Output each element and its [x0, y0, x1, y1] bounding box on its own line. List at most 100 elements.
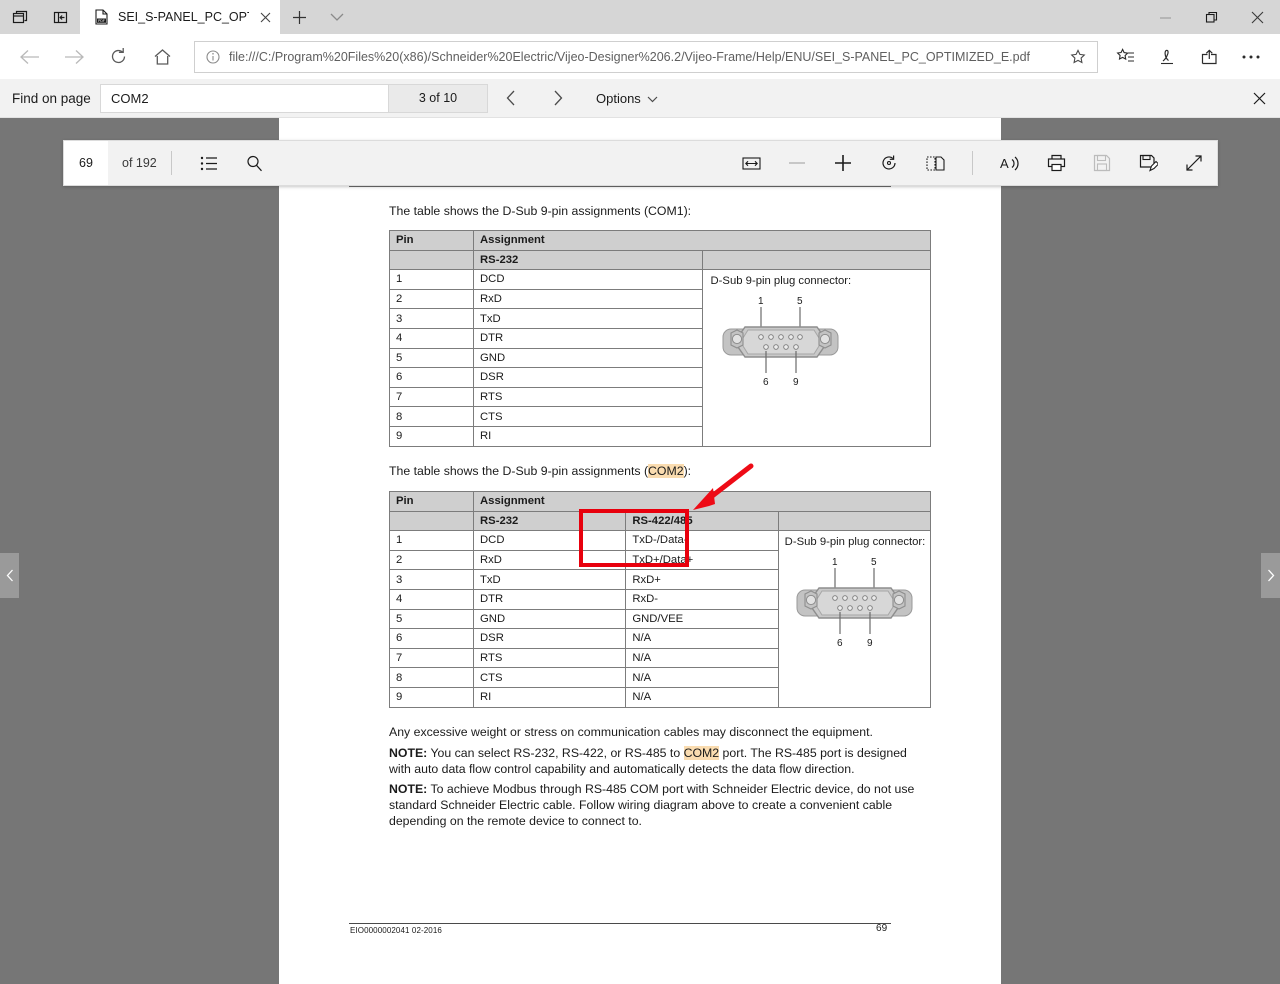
print-icon[interactable]	[1033, 141, 1079, 185]
page-layout-icon[interactable]	[912, 141, 958, 185]
zoom-in-icon[interactable]	[820, 141, 866, 185]
com2-intro-text: The table shows the D-Sub 9-pin assignme…	[389, 463, 929, 479]
toolbar-divider	[972, 151, 973, 175]
com1-intro-pre: The table shows the D-Sub 9-pin assignme…	[389, 204, 649, 218]
footer-doc-id: EIO0000002041 02-2016	[350, 926, 442, 935]
find-close-button[interactable]	[1253, 79, 1266, 118]
back-arrow-icon[interactable]	[8, 37, 52, 77]
find-on-page-bar: Find on page COM2 3 of 10 Options	[0, 79, 1280, 118]
tab-title: SEI_S-PANEL_PC_OPTIM	[118, 10, 249, 24]
cell-rs422485: GND/VEE	[625, 608, 779, 630]
com2-intro-pre: The table shows the D-Sub 9-pin assignme…	[389, 464, 649, 478]
close-icon[interactable]	[257, 7, 274, 27]
save-as-icon[interactable]	[1125, 141, 1171, 185]
table-of-contents-icon[interactable]	[186, 141, 232, 185]
com2-assignment-table: Pin Assignment RS-232 RS-422/485 1 DCD T…	[389, 491, 932, 708]
footer-page-number: 69	[876, 923, 888, 934]
svg-text:9: 9	[793, 377, 799, 388]
url-text: file:///C:/Program%20Files%20(x86)/Schne…	[229, 49, 1031, 64]
cell-rs232: RI	[472, 686, 627, 708]
svg-text:5: 5	[871, 557, 877, 568]
refresh-icon[interactable]	[96, 37, 140, 77]
favorite-star-icon[interactable]	[1065, 48, 1091, 65]
zoom-out-icon[interactable]	[774, 141, 820, 185]
cell-rs232: DCD	[472, 530, 627, 551]
pdf-page: The table shows the D-Sub 9-pin assignme…	[279, 118, 1001, 984]
com1-intro-post: ):	[683, 204, 692, 218]
tab-preview-icon[interactable]	[0, 0, 40, 34]
note1-pre: You can select RS-232, RS-422, or RS-485…	[427, 746, 684, 760]
svg-text:6: 6	[837, 638, 843, 649]
fullscreen-icon[interactable]	[1171, 141, 1217, 185]
page-top-rule	[349, 186, 891, 187]
next-page-button[interactable]	[1261, 553, 1280, 598]
subheader-pin-blank	[389, 249, 474, 271]
svg-text:9: 9	[867, 638, 873, 649]
info-circle-icon[interactable]	[203, 49, 223, 64]
address-bar: file:///C:/Program%20Files%20(x86)/Schne…	[0, 34, 1280, 79]
new-tab-button[interactable]	[280, 0, 318, 34]
previous-page-button[interactable]	[0, 553, 19, 598]
cell-pin: 7	[389, 386, 474, 408]
subheader-blank	[777, 510, 932, 532]
hub-favorites-icon[interactable]	[1104, 37, 1146, 77]
cell-pin: 8	[389, 406, 474, 427]
cell-pin: 2	[389, 288, 474, 310]
set-aside-tabs-icon[interactable]	[40, 0, 80, 34]
find-input[interactable]: COM2	[100, 83, 389, 113]
table-row: 1 DCD TxD-/Data- D-Sub 9-pin plug connec…	[389, 530, 932, 708]
connector-figure-cell: D-Sub 9-pin plug connector: 1 5 6 9	[701, 269, 931, 447]
connector-caption: D-Sub 9-pin plug connector:	[710, 275, 852, 288]
header-assignment: Assignment	[473, 230, 931, 251]
com1-table-wrapper: Pin Assignment RS-232 1 DCD D-Sub 9-pin …	[389, 230, 931, 447]
browser-tab[interactable]: PDF SEI_S-PANEL_PC_OPTIM	[80, 0, 280, 34]
cell-rs232: GND	[473, 347, 703, 369]
com1-intro-text: The table shows the D-Sub 9-pin assignme…	[389, 203, 929, 219]
close-icon[interactable]	[1234, 0, 1280, 34]
cell-pin: 9	[389, 425, 474, 447]
dsub-connector-icon: 1 5 6 9	[785, 554, 971, 650]
cell-rs232: CTS	[473, 406, 703, 427]
find-next-button[interactable]	[534, 79, 580, 118]
svg-text:PDF: PDF	[98, 19, 105, 23]
pdf-toolbar: 69 of 192 A	[63, 140, 1218, 186]
note-paragraph-1: NOTE: You can select RS-232, RS-422, or …	[389, 745, 931, 777]
page-number-input[interactable]: 69	[64, 141, 108, 185]
forward-arrow-icon[interactable]	[52, 37, 96, 77]
com2-table-wrapper: Pin Assignment RS-232 RS-422/485 1 DCD T…	[389, 491, 932, 708]
web-notes-icon[interactable]	[1146, 37, 1188, 77]
find-previous-button[interactable]	[488, 79, 534, 118]
minimize-icon[interactable]	[1142, 0, 1188, 34]
restore-icon[interactable]	[1188, 0, 1234, 34]
rotate-icon[interactable]	[866, 141, 912, 185]
chevron-down-icon[interactable]	[318, 0, 356, 34]
cell-rs232: TxD	[472, 569, 627, 590]
url-bar[interactable]: file:///C:/Program%20Files%20(x86)/Schne…	[194, 40, 1098, 73]
pdf-file-icon: PDF	[92, 8, 110, 26]
fit-to-width-icon[interactable]	[728, 141, 774, 185]
subheader-blank	[701, 249, 931, 271]
more-icon[interactable]	[1230, 37, 1272, 77]
cell-rs232: GND	[472, 608, 627, 630]
cell-pin: 6	[389, 628, 474, 649]
cell-rs232: RxD	[472, 549, 627, 571]
home-icon[interactable]	[140, 37, 184, 77]
search-icon[interactable]	[232, 141, 278, 185]
cell-pin: 8	[389, 667, 474, 688]
read-aloud-icon[interactable]: A	[987, 141, 1033, 185]
pdf-page-content: The table shows the D-Sub 9-pin assignme…	[279, 118, 1001, 984]
subheader-rs232: RS-232	[472, 510, 627, 532]
cell-rs232: DSR	[472, 628, 627, 649]
share-icon[interactable]	[1188, 37, 1230, 77]
table-row: 1 DCD D-Sub 9-pin plug connector: 1 5 6 …	[389, 269, 931, 447]
note-label: NOTE:	[389, 746, 428, 760]
cell-pin: 1	[389, 269, 474, 290]
find-options-button[interactable]: Options	[596, 91, 658, 106]
save-icon[interactable]	[1079, 141, 1125, 185]
cell-rs232: DTR	[472, 588, 627, 610]
svg-text:A: A	[1000, 156, 1009, 171]
pdf-viewer: The table shows the D-Sub 9-pin assignme…	[0, 118, 1280, 984]
header-pin: Pin	[389, 491, 474, 512]
connector-figure-cell: D-Sub 9-pin plug connector: 1 5 6 9	[777, 530, 932, 708]
cell-pin: 3	[389, 569, 474, 590]
